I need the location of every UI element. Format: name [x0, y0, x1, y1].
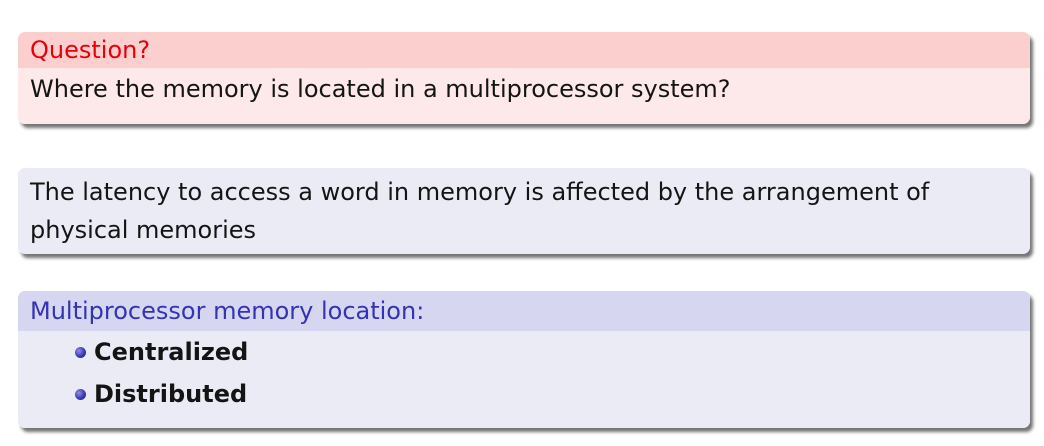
question-block-title: Question?: [18, 32, 1030, 68]
list-item-centralized: Centralized: [18, 331, 1030, 373]
list-item-label: Centralized: [94, 338, 249, 366]
latency-block: The latency to access a word in memory i…: [18, 168, 1030, 254]
memory-location-block: Multiprocessor memory location: Centrali…: [18, 291, 1030, 428]
question-block-body: Where the memory is located in a multipr…: [18, 68, 1030, 124]
memory-location-block-title: Multiprocessor memory location:: [18, 291, 1030, 331]
memory-location-list: Centralized Distributed: [18, 331, 1030, 428]
latency-block-body: The latency to access a word in memory i…: [18, 168, 1030, 249]
list-item-distributed: Distributed: [18, 373, 1030, 415]
question-alert-block: Question? Where the memory is located in…: [18, 32, 1030, 124]
list-item-label: Distributed: [94, 380, 248, 408]
bullet-icon: [75, 347, 86, 358]
bullet-icon: [75, 389, 86, 400]
